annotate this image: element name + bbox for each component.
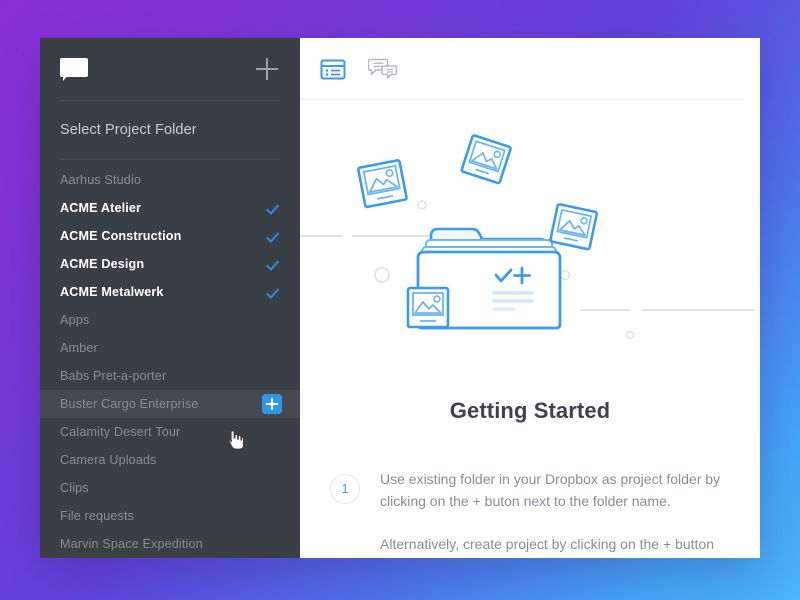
folder-list-item[interactable]: Apps xyxy=(40,306,300,334)
folder-name: ACME Construction xyxy=(60,229,182,243)
folder-list-item[interactable]: ACME Construction xyxy=(40,222,300,250)
folder-name: Marvin Space Expedition xyxy=(60,537,203,551)
main-panel: Getting Started 1 Use existing folder in… xyxy=(300,38,760,558)
folder-list-item[interactable]: ACME Atelier xyxy=(40,194,300,222)
tab-project-folder[interactable] xyxy=(320,57,346,81)
folder-name: ACME Design xyxy=(60,257,145,271)
check-icon xyxy=(268,285,282,299)
folder-list-item[interactable]: Camera Uploads xyxy=(40,446,300,474)
folder-name: ACME Metalwerk xyxy=(60,285,164,299)
tab-comments[interactable] xyxy=(368,57,398,81)
step-line-primary: Use existing folder in your Dropbox as p… xyxy=(380,471,721,509)
main-content: Getting Started 1 Use existing folder in… xyxy=(300,100,760,558)
folder-name: Calamity Desert Tour xyxy=(60,425,181,439)
folder-list-item[interactable]: File requests xyxy=(40,502,300,530)
folder-list-item[interactable]: ACME Design xyxy=(40,250,300,278)
folder-with-photos-illustration xyxy=(300,134,755,340)
folder-list-item[interactable]: Clips xyxy=(40,474,300,502)
folder-list-item[interactable]: Marvin Space Expedition xyxy=(40,530,300,558)
folder-list-item[interactable]: Babs Pret-a-porter xyxy=(40,362,300,390)
folder-name: ACME Atelier xyxy=(60,201,142,215)
folder-list-item[interactable]: ACME Metalwerk xyxy=(40,278,300,306)
comments-icon xyxy=(368,58,398,79)
main-tab-bar xyxy=(300,38,742,100)
folder-name: Buster Cargo Enterprise xyxy=(60,397,199,411)
folder-list-item[interactable]: Aarhus Studio xyxy=(40,166,300,194)
getting-started-steps: 1 Use existing folder in your Dropbox as… xyxy=(330,468,736,555)
folder-name: Camera Uploads xyxy=(60,453,157,467)
folder-list-item[interactable]: Amber xyxy=(40,334,300,362)
photo-card-icon xyxy=(549,203,599,251)
folder-name: Babs Pret-a-porter xyxy=(60,369,167,383)
photo-card-icon xyxy=(357,159,408,209)
folder-name: Clips xyxy=(60,481,89,495)
sidebar: Select Project Folder Aarhus Studio ACME… xyxy=(40,38,300,558)
sidebar-title: Select Project Folder xyxy=(60,122,197,138)
sidebar-header xyxy=(40,38,300,100)
folder-name: Apps xyxy=(60,313,90,327)
check-icon xyxy=(268,229,282,243)
sidebar-add-project-button[interactable] xyxy=(256,58,278,80)
add-folder-as-project-button[interactable] xyxy=(262,394,282,414)
page-title: Getting Started xyxy=(449,398,611,423)
app-window: Select Project Folder Aarhus Studio ACME… xyxy=(40,38,760,558)
chat-bubble-icon xyxy=(60,58,88,81)
check-icon xyxy=(268,257,282,271)
step-line-secondary: Alternatively, create project by clickin… xyxy=(380,536,714,552)
folder-list: Aarhus Studio ACME Atelier ACME Construc… xyxy=(40,160,300,558)
folder-name: File requests xyxy=(60,509,135,523)
photo-card-icon xyxy=(460,134,512,185)
folder-name: Amber xyxy=(60,341,98,355)
check-icon xyxy=(268,201,282,215)
chat-bubble-tail xyxy=(63,75,68,81)
photo-card-icon xyxy=(406,286,450,329)
folder-list-icon xyxy=(320,59,346,79)
step-item: 1 Use existing folder in your Dropbox as… xyxy=(330,468,736,555)
step-number-badge: 1 xyxy=(330,474,360,504)
folder-name: Aarhus Studio xyxy=(60,173,142,187)
folder-list-item-hovered[interactable]: Buster Cargo Enterprise xyxy=(40,390,300,418)
folder-list-item[interactable]: Calamity Desert Tour xyxy=(40,418,300,446)
step-description: Use existing folder in your Dropbox as p… xyxy=(380,468,736,555)
